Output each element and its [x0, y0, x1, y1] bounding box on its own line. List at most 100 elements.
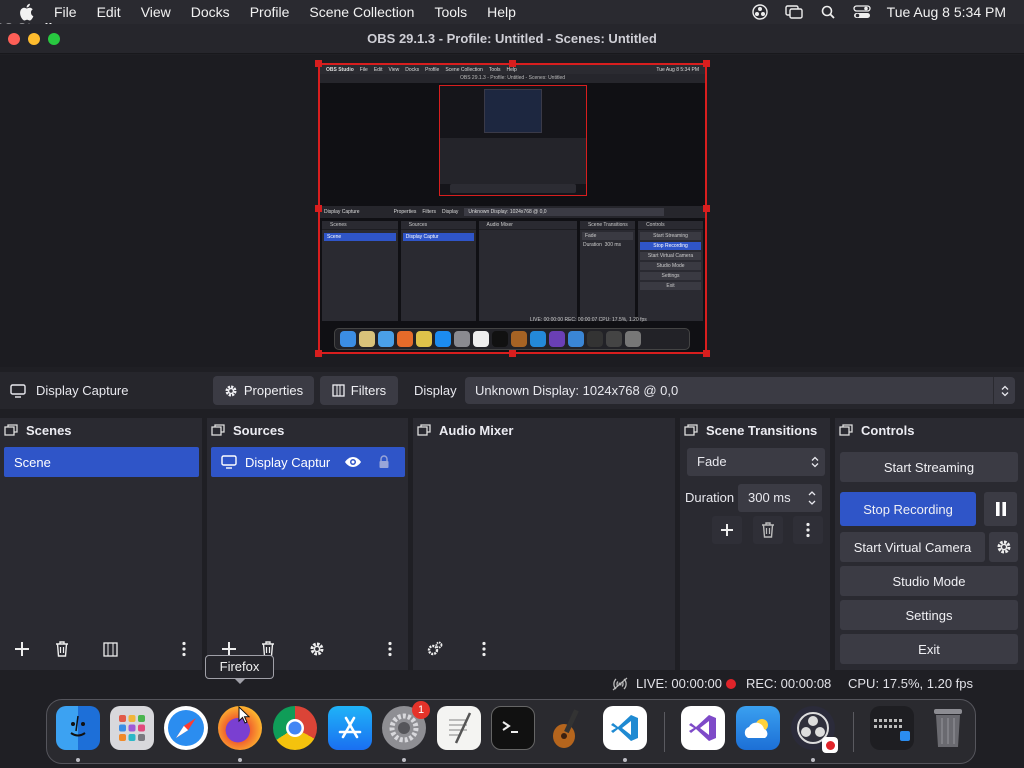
transform-handle[interactable]: [703, 205, 710, 212]
exit-button[interactable]: Exit: [840, 634, 1018, 664]
duration-spinbox[interactable]: 300 ms: [738, 484, 822, 512]
dock-float-icon[interactable]: [684, 424, 698, 436]
mini-app-icon: [454, 331, 470, 347]
display-select[interactable]: Unknown Display: 1024x768 @ 0,0: [465, 377, 1015, 404]
spotlight-search-icon[interactable]: [819, 4, 837, 20]
stepper-arrows-icon[interactable]: [808, 490, 816, 506]
mini-app-icon: [568, 331, 584, 347]
vscode-icon[interactable]: [603, 706, 647, 750]
dock-float-icon[interactable]: [417, 424, 431, 436]
obs-app-icon[interactable]: [791, 706, 838, 753]
mini-status: LIVE: 00:00:00 REC: 00:00:07 CPU: 17.5%,…: [530, 317, 647, 323]
gear-icon: [996, 539, 1012, 555]
garageband-icon[interactable]: [545, 706, 589, 750]
remove-transition-button[interactable]: [753, 516, 783, 544]
weather-icon[interactable]: [736, 706, 780, 750]
stop-recording-button[interactable]: Stop Recording: [840, 492, 976, 526]
sources-dock-title: Sources: [233, 422, 285, 438]
scene-filters-button[interactable]: [96, 636, 124, 662]
mini-control-button: Settings: [640, 272, 701, 280]
mini-app-icon: [378, 331, 394, 347]
visual-studio-icon[interactable]: [681, 706, 725, 750]
menu-tools[interactable]: Tools: [434, 4, 467, 20]
settings-button[interactable]: Settings: [840, 600, 1018, 630]
launchpad-icon[interactable]: [110, 706, 154, 750]
transform-handle[interactable]: [315, 205, 322, 212]
more-options-icon[interactable]: [170, 636, 198, 662]
virtual-camera-settings-button[interactable]: [989, 532, 1018, 562]
dock-float-icon[interactable]: [211, 424, 225, 436]
mini-bar-item: Properties: [393, 209, 417, 215]
source-item[interactable]: Display Captur: [211, 447, 405, 477]
transition-select[interactable]: Fade: [687, 448, 825, 476]
menu-scene-collection[interactable]: Scene Collection: [309, 4, 414, 20]
transform-handle[interactable]: [509, 60, 516, 67]
scenes-dock-header[interactable]: Scenes: [0, 418, 202, 442]
audio-mixer-dock-header[interactable]: Audio Mixer: [413, 418, 675, 442]
minimize-window-button[interactable]: [28, 33, 40, 45]
menu-docks[interactable]: Docks: [191, 4, 230, 20]
menu-view[interactable]: View: [141, 4, 171, 20]
mini-transitions-dock: Scene Transitions Fade Duration 300 ms: [579, 221, 636, 321]
mini-source-row: Display Captur: [402, 233, 474, 241]
system-settings-icon[interactable]: 1: [382, 701, 430, 750]
transform-handle[interactable]: [703, 60, 710, 67]
more-options-icon[interactable]: [470, 636, 498, 662]
source-toolbar: Display Capture Properties Filters Displ…: [0, 372, 1024, 409]
transform-handle[interactable]: [509, 350, 516, 357]
remove-scene-button[interactable]: [48, 636, 76, 662]
control-center-icon[interactable]: [853, 4, 871, 20]
mini-app-icon: [511, 331, 527, 347]
menu-bar: OBS Studio File Edit View Docks Profile …: [0, 0, 1024, 36]
mini-scenes-dock: Scenes Scene: [322, 221, 398, 321]
advanced-audio-gears-icon[interactable]: [421, 636, 449, 662]
mini-nested-preview: [439, 85, 587, 196]
terminal-icon[interactable]: [491, 706, 535, 750]
start-virtual-camera-button[interactable]: Start Virtual Camera: [840, 532, 985, 562]
finder-icon[interactable]: [56, 706, 100, 750]
preview-area[interactable]: OBS Studio File Edit View Docks Profile …: [0, 55, 1024, 367]
menu-profile[interactable]: Profile: [250, 4, 290, 20]
screen-mirroring-icon[interactable]: [784, 4, 803, 20]
scene-item-label: Scene: [14, 454, 51, 470]
safari-icon[interactable]: [164, 706, 208, 750]
add-scene-button[interactable]: [8, 636, 36, 662]
eye-visibility-icon[interactable]: [344, 456, 362, 468]
sources-dock-header[interactable]: Sources: [207, 418, 408, 442]
close-window-button[interactable]: [8, 33, 20, 45]
app-store-icon[interactable]: [328, 706, 372, 750]
dock-float-icon[interactable]: [4, 424, 18, 436]
start-streaming-button[interactable]: Start Streaming: [840, 452, 1018, 482]
more-options-icon[interactable]: [376, 636, 404, 662]
transform-handle[interactable]: [315, 60, 322, 67]
filters-button[interactable]: Filters: [320, 376, 398, 405]
zoom-window-button[interactable]: [48, 33, 60, 45]
menu-clock[interactable]: Tue Aug 8 5:34 PM: [887, 4, 1006, 20]
scene-item[interactable]: Scene: [4, 447, 199, 477]
source-properties-gear-icon[interactable]: [303, 636, 331, 662]
textedit-icon[interactable]: [437, 706, 481, 750]
trash-icon[interactable]: [926, 706, 970, 750]
menu-edit[interactable]: Edit: [97, 4, 121, 20]
add-transition-button[interactable]: [712, 516, 742, 544]
controls-dock-header[interactable]: Controls: [835, 418, 1024, 442]
properties-button[interactable]: Properties: [213, 376, 314, 405]
mini-source-toolbar: Display Capture Properties Filters Displ…: [320, 206, 705, 218]
obs-status-icon[interactable]: [751, 4, 769, 20]
transition-select-value: Fade: [697, 454, 727, 469]
transform-handle[interactable]: [703, 350, 710, 357]
pause-recording-button[interactable]: [984, 492, 1017, 526]
transitions-dock-header[interactable]: Scene Transitions: [680, 418, 830, 442]
studio-mode-button[interactable]: Studio Mode: [840, 566, 1018, 596]
dock-float-icon[interactable]: [839, 424, 853, 436]
menu-help[interactable]: Help: [487, 4, 516, 20]
downloads-stack-icon[interactable]: [870, 706, 914, 750]
mini-sources-dock: Sources Display Captur: [400, 221, 476, 321]
lock-icon[interactable]: [378, 455, 390, 469]
mini-scene-row: Scene: [324, 233, 396, 241]
chrome-icon[interactable]: [273, 706, 317, 750]
transform-handle[interactable]: [315, 350, 322, 357]
menu-file[interactable]: File: [54, 4, 77, 20]
preview-canvas[interactable]: OBS Studio File Edit View Docks Profile …: [318, 63, 707, 354]
transition-properties-button[interactable]: [793, 516, 823, 544]
